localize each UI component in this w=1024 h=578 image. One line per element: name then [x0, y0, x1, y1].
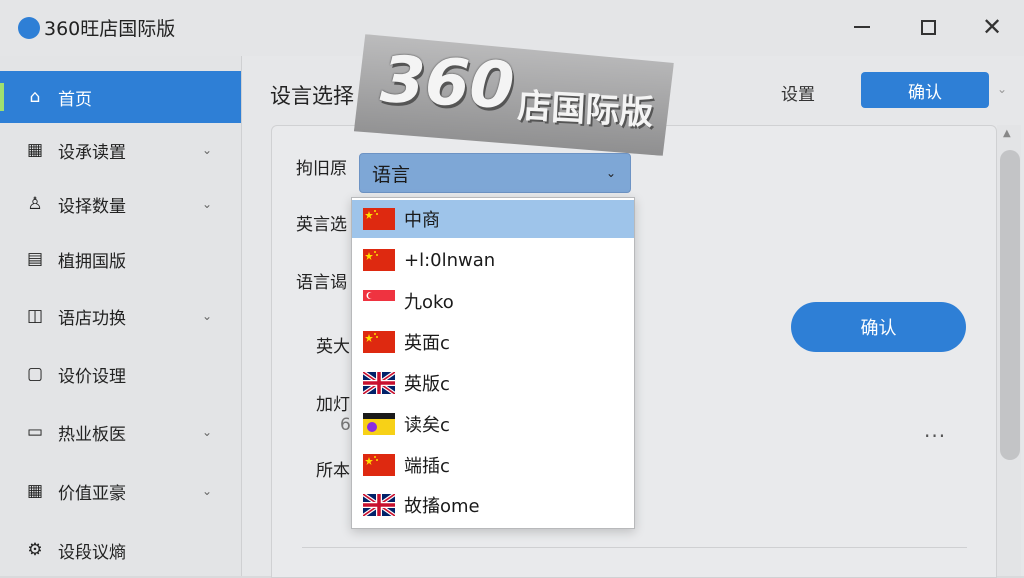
dropdown-option[interactable]: 九oko [352, 282, 634, 320]
app-window: 360旺店国际版 ✕ ⌂ 首页 ▦ 设承读置 ⌄ ♙ 设择数量 ⌄ ▤ 植拥国版… [0, 0, 1024, 578]
language-select[interactable]: 语言 ⌄ [359, 153, 631, 193]
chevron-down-icon: ⌄ [202, 484, 213, 498]
singapore-flag-icon [363, 290, 395, 312]
dropdown-option[interactable]: 读矣c [352, 405, 634, 443]
laptop-icon: ▭ [26, 422, 44, 442]
app-title: 360旺店国际版 [44, 18, 176, 40]
minimize-icon [854, 26, 870, 28]
scrollbar-thumb[interactable] [1000, 150, 1020, 460]
watermark-logo: 360 店国际版 [353, 34, 674, 156]
dropdown-option[interactable]: 故搐ome [352, 486, 634, 524]
china-flag-icon [363, 331, 395, 353]
sidebar-item-label: 首页 [58, 89, 92, 110]
scroll-up-icon[interactable]: ▲ [1003, 128, 1011, 139]
dropdown-option-label: 中商 [404, 210, 440, 231]
sidebar-item-label: 设承读置 [58, 142, 126, 163]
sidebar-item-label: 设择数量 [58, 196, 126, 217]
dropdown-option[interactable]: +l:0lnwan [352, 241, 634, 279]
app-logo-icon [18, 17, 40, 39]
uk-flag-icon [363, 372, 395, 394]
language-select-value: 语言 [372, 163, 411, 186]
dropdown-option-label: 英面c [404, 333, 450, 354]
close-icon: ✕ [981, 13, 1003, 41]
uk-flag-icon [363, 494, 395, 516]
sidebar-item-label: 热业板医 [58, 424, 126, 445]
sidebar: ⌂ 首页 ▦ 设承读置 ⌄ ♙ 设择数量 ⌄ ▤ 植拥国版 ◫ 语店功换 ⌄ ▢… [0, 56, 242, 576]
sidebar-item-9[interactable]: ⚙ 设段议熵 [0, 524, 241, 576]
form-label: 拘旧原 [296, 159, 347, 179]
divider [302, 547, 967, 548]
chevron-down-icon: ⌄ [606, 166, 617, 180]
china-flag-icon [363, 454, 395, 476]
minimize-button[interactable] [842, 10, 882, 44]
close-button[interactable]: ✕ [972, 10, 1012, 44]
document-icon: ▤ [26, 249, 44, 269]
form-label: 英言选 [296, 215, 347, 235]
sidebar-item-label: 设段议熵 [58, 542, 126, 563]
file-icon: ▢ [26, 364, 44, 384]
watermark-text: 店国际版 [516, 86, 655, 134]
dropdown-option-label: +l:0lnwan [404, 249, 496, 271]
form-label: 英大 [316, 337, 350, 357]
dropdown-option[interactable]: 中商 [352, 200, 634, 238]
dropdown-option[interactable]: 端插c [352, 446, 634, 484]
settings-link[interactable]: 设置 [781, 80, 815, 105]
apps-icon: ▦ [26, 481, 44, 501]
form-label: 加灯 [316, 395, 350, 415]
china-flag-icon [363, 208, 395, 230]
partial-text: 6 [340, 415, 351, 435]
sidebar-item-label: 植拥国版 [58, 251, 126, 272]
user-icon: ♙ [27, 194, 43, 214]
sidebar-item-home[interactable]: ⌂ 首页 [0, 71, 241, 123]
dropdown-option-label: 端插c [404, 456, 450, 477]
language-dropdown: 中商 +l:0lnwan 九oko 英面c 英版c 读矣c 端插c 故搐ome [351, 197, 635, 529]
more-icon[interactable]: ··· [924, 424, 946, 448]
dropdown-option[interactable]: 英版c [352, 364, 634, 402]
dropdown-option-label: 九oko [404, 292, 454, 313]
sidebar-item-label: 语店功换 [58, 308, 126, 329]
sidebar-item-7[interactable]: ▭ 热业板医 ⌄ [0, 406, 241, 458]
settings-icon: ⚙ [27, 540, 43, 560]
sidebar-item-label: 设价设理 [58, 366, 126, 387]
sidebar-item-5[interactable]: ◫ 语店功换 ⌄ [0, 290, 241, 342]
home-icon: ⌂ [29, 87, 41, 107]
maximize-icon [920, 19, 936, 35]
china-flag-icon [363, 249, 395, 271]
chevron-down-icon: ⌄ [202, 143, 213, 157]
sidebar-item-2[interactable]: ▦ 设承读置 ⌄ [0, 124, 241, 176]
chevron-down-icon: ⌄ [202, 309, 213, 323]
chevron-down-icon: ⌄ [202, 425, 213, 439]
chevron-down-icon[interactable]: ⌄ [997, 82, 1007, 96]
page-title: 设言选择 [270, 84, 354, 108]
dropdown-option-label: 读矣c [404, 415, 450, 436]
sidebar-item-8[interactable]: ▦ 价值亚豪 ⌄ [0, 465, 241, 517]
watermark-number: 360 [378, 43, 516, 124]
dropdown-option[interactable]: 英面c [352, 323, 634, 361]
yellow-purple-flag-icon [363, 413, 395, 435]
form-label: 所本 [316, 461, 350, 481]
dropdown-option-label: 故搐ome [404, 496, 480, 517]
confirm-button[interactable]: 确认 [861, 72, 989, 108]
maximize-button[interactable] [908, 10, 948, 44]
dropdown-option-label: 英版c [404, 374, 450, 395]
sidebar-item-6[interactable]: ▢ 设价设理 [0, 348, 241, 400]
form-label: 语言谒 [296, 273, 347, 293]
sidebar-item-3[interactable]: ♙ 设择数量 ⌄ [0, 178, 241, 230]
chart-icon: ◫ [26, 306, 44, 326]
chevron-down-icon: ⌄ [202, 197, 213, 211]
grid-icon: ▦ [26, 140, 44, 160]
sidebar-item-label: 价值亚豪 [58, 483, 126, 504]
confirm-round-button[interactable]: 确认 [791, 302, 966, 352]
sidebar-item-4[interactable]: ▤ 植拥国版 [0, 233, 241, 285]
